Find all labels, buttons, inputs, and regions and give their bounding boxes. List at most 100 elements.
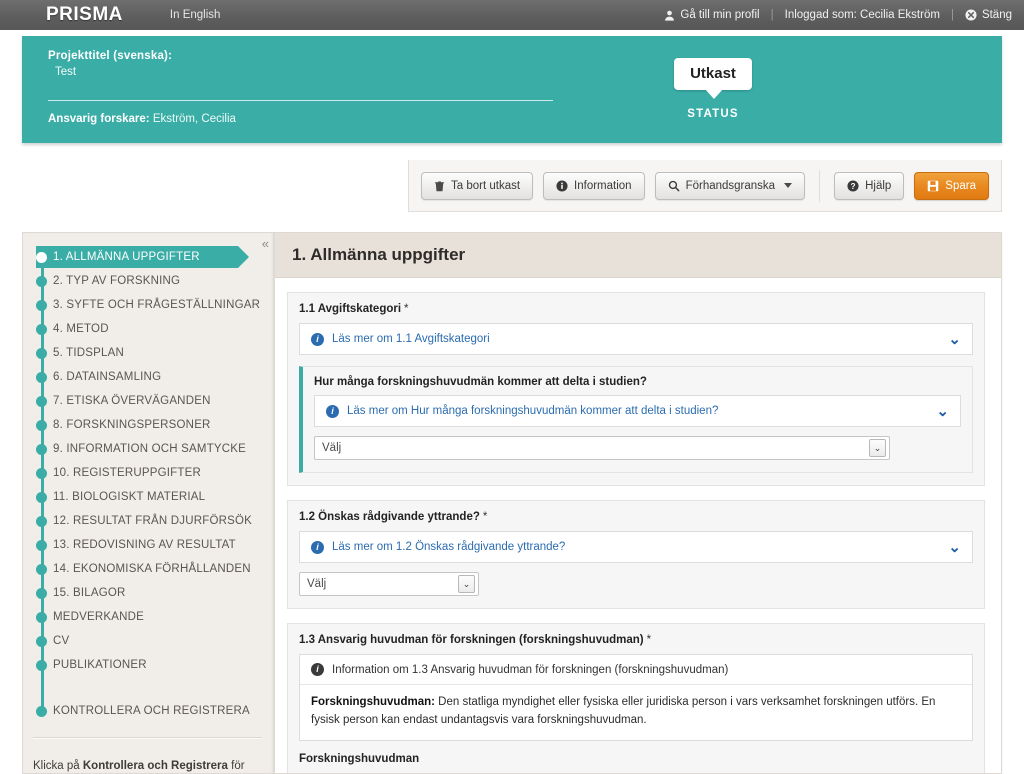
sidebar-item-3[interactable]: 3. SYFTE OCH FRÅGESTÄLLNINGAR xyxy=(23,293,274,317)
sidebar-item-16[interactable]: MEDVERKANDE xyxy=(23,605,274,629)
sidebar-item-17[interactable]: CV xyxy=(23,629,274,653)
subquestion-select-wrap: Välj ⌄ xyxy=(314,436,890,460)
close-button[interactable]: Stäng xyxy=(965,9,1012,21)
readmore-left: i Läs mer om 1.1 Avgiftskategori xyxy=(311,332,490,346)
page-title: 1. Allmänna uppgifter xyxy=(275,233,1001,278)
section-1-3-block: 1.3 Ansvarig huvudman för forskningen (f… xyxy=(287,623,985,773)
info-circle-icon xyxy=(556,179,568,192)
sidebar-item-5[interactable]: 5. TIDSPLAN xyxy=(23,341,274,365)
sidebar-item-14[interactable]: 14. EKONOMISKA FÖRHÅLLANDEN xyxy=(23,557,274,581)
section-1-1-subquestion: Hur många forskningshuvudmän kommer att … xyxy=(299,366,973,473)
sidebar-item-9[interactable]: 9. INFORMATION OCH SAMTYCKE xyxy=(23,437,274,461)
app-logo: PRISMA xyxy=(46,4,123,25)
project-title-value: Test xyxy=(55,66,77,78)
close-button-label: Stäng xyxy=(981,9,1012,21)
info-circle-icon: i xyxy=(326,404,339,418)
nav-dot-icon xyxy=(36,564,47,575)
sidebar-item-1[interactable]: 1. ALLMÄNNA UPPGIFTER xyxy=(23,245,274,269)
section-navigation-sidebar: « 1. ALLMÄNNA UPPGIFTER 2. TYP AV FORSKNI… xyxy=(22,232,274,774)
sidebar-item-label: PUBLIKATIONER xyxy=(53,659,147,671)
sidebar-item-7[interactable]: 7. ETISKA ÖVERVÄGANDEN xyxy=(23,389,274,413)
status-caption: STATUS xyxy=(687,108,739,120)
responsible-researcher-value: Ekström, Cecilia xyxy=(152,113,236,125)
nav-dot-icon xyxy=(36,372,47,383)
save-button[interactable]: Spara xyxy=(914,171,989,200)
sidebar-divider xyxy=(33,737,262,738)
sidebar-item-label: 8. FORSKNINGSPERSONER xyxy=(53,419,211,431)
section-1-2-label: 1.2 Önskas rådgivande yttrande? * xyxy=(299,511,973,523)
readmore-left: i Läs mer om 1.2 Önskas rådgivande yttra… xyxy=(311,540,566,554)
nav-dot-icon xyxy=(36,324,47,335)
preview-button[interactable]: Förhandsgranska xyxy=(654,171,806,200)
sidebar-item-label: 6. DATAINSAMLING xyxy=(53,371,162,383)
sidebar-item-kontrollera-och-registrera[interactable]: KONTROLLERA OCH REGISTRERA xyxy=(23,699,274,723)
subquestion-readmore-toggle[interactable]: i Läs mer om Hur många forskningshuvudmä… xyxy=(314,395,961,427)
sidebar-item-15[interactable]: 15. BILAGOR xyxy=(23,581,274,605)
sidebar-item-4[interactable]: 4. METOD xyxy=(23,317,274,341)
go-to-my-profile-link[interactable]: Gå till min profil xyxy=(664,9,760,21)
sidebar-item-label: 1. ALLMÄNNA UPPGIFTER xyxy=(53,251,200,263)
sidebar-item-8[interactable]: 8. FORSKNINGSPERSONER xyxy=(23,413,274,437)
sidebar-item-12[interactable]: 12. RESULTAT FRÅN DJURFÖRSÖK xyxy=(23,509,274,533)
language-link-in-english[interactable]: In English xyxy=(170,9,221,21)
chevron-down-icon: ⌄ xyxy=(936,402,949,420)
top-bar-separator-2: | xyxy=(950,9,954,21)
trash-icon xyxy=(434,180,445,192)
sidebar-item-18[interactable]: PUBLIKATIONER xyxy=(23,653,274,677)
forskningshuvudman-count-select[interactable]: Välj xyxy=(314,436,890,460)
preview-label: Förhandsgranska xyxy=(685,179,776,192)
subquestion-readmore-label: Läs mer om Hur många forskningshuvudmän … xyxy=(347,405,719,417)
radgivande-yttrande-select[interactable]: Välj xyxy=(299,572,479,596)
sidebar-item-2[interactable]: 2. TYP AV FORSKNING xyxy=(23,269,274,293)
nav-dot-icon xyxy=(36,300,47,311)
responsible-researcher: Ansvarig forskare: Ekström, Cecilia xyxy=(48,113,558,125)
section-1-1-title: 1.1 Avgiftskategori xyxy=(299,303,402,315)
nav-dot-icon xyxy=(36,588,47,599)
forskningshuvudman-field-label: Forskningshuvudman xyxy=(299,752,420,765)
help-label: Hjälp xyxy=(865,179,892,192)
status-badge: Utkast xyxy=(674,58,752,99)
sidebar-item-label: 13. REDOVISNING AV RESULTAT xyxy=(53,539,236,551)
sidebar-item-label: 3. SYFTE OCH FRÅGESTÄLLNINGAR xyxy=(53,299,261,311)
sidebar-item-label: 12. RESULTAT FRÅN DJURFÖRSÖK xyxy=(53,515,252,527)
top-bar: PRISMA In English Gå till min profil | I… xyxy=(0,0,1024,30)
search-icon xyxy=(668,180,680,192)
help-button[interactable]: ? Hjälp xyxy=(834,171,905,200)
save-label: Spara xyxy=(945,179,976,192)
sidebar-item-13[interactable]: 13. REDOVISNING AV RESULTAT xyxy=(23,533,274,557)
nav-gap xyxy=(23,677,274,699)
sidebar-item-label: 11. BIOLOGISKT MATERIAL xyxy=(53,491,206,503)
section-1-1-readmore-toggle[interactable]: i Läs mer om 1.1 Avgiftskategori ⌄ xyxy=(299,323,973,355)
sidebar-item-6[interactable]: 6. DATAINSAMLING xyxy=(23,365,274,389)
information-button[interactable]: Information xyxy=(543,171,645,200)
section-1-3-info-body: Forskningshuvudman: Den statliga myndigh… xyxy=(300,685,972,740)
sidebar-item-label: 14. EKONOMISKA FÖRHÅLLANDEN xyxy=(53,563,251,575)
section-1-2-readmore-toggle[interactable]: i Läs mer om 1.2 Önskas rådgivande yttra… xyxy=(299,531,973,563)
project-banner-info: Projekttitel (svenska): Test Ansvarig fo… xyxy=(48,50,558,125)
info-circle-icon: i xyxy=(311,540,324,554)
responsible-researcher-label: Ansvarig forskare: xyxy=(48,113,150,125)
sidebar-item-11[interactable]: 11. BIOLOGISKT MATERIAL xyxy=(23,485,274,509)
status-area: Utkast STATUS xyxy=(653,58,773,120)
sidebar-item-label: CV xyxy=(53,635,70,647)
nav-dot-icon xyxy=(36,492,47,503)
nav-dot-icon xyxy=(36,706,47,717)
delete-draft-button[interactable]: Ta bort utkast xyxy=(421,171,534,200)
nav-dot-icon xyxy=(36,636,47,647)
section-1-3-label: 1.3 Ansvarig huvudman för forskningen (f… xyxy=(299,634,973,646)
section-1-2-readmore-label: Läs mer om 1.2 Önskas rådgivande yttrand… xyxy=(332,541,566,553)
information-label: Information xyxy=(574,179,632,192)
required-marker: * xyxy=(482,511,488,523)
floppy-disk-icon xyxy=(927,180,939,192)
section-1-1-label: 1.1 Avgiftskategori * xyxy=(299,303,973,315)
required-marker: * xyxy=(404,303,409,315)
sidebar-item-label: 15. BILAGOR xyxy=(53,587,126,599)
subquestion-label: Hur många forskningshuvudmän kommer att … xyxy=(314,376,647,388)
required-marker: * xyxy=(646,634,652,646)
sidebar-item-10[interactable]: 10. REGISTERUPPGIFTER xyxy=(23,461,274,485)
top-bar-right-group: Gå till min profil | Inloggad som: Cecil… xyxy=(664,9,1012,21)
sidebar-item-label: 7. ETISKA ÖVERVÄGANDEN xyxy=(53,395,211,407)
delete-draft-label: Ta bort utkast xyxy=(451,179,521,192)
nav-dot-icon xyxy=(36,348,47,359)
chevron-down-icon: ⌄ xyxy=(948,538,961,556)
